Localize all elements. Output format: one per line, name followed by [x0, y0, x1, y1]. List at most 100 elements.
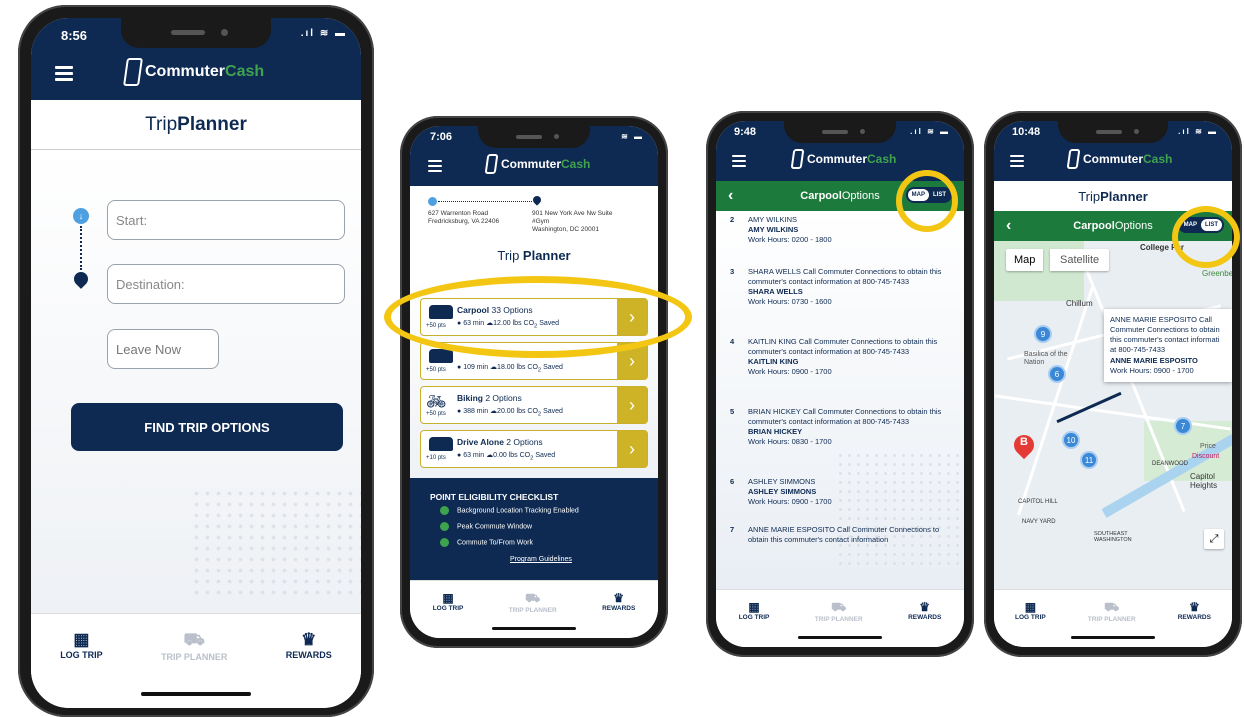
phone-2-screen: 7:06 ≋ ▬ Commuter Cash 627 Warrenton Road… [410, 126, 658, 638]
tab-trip-planner[interactable]: ⛟ TRIP PLANNER [1088, 600, 1136, 623]
results-list: 2 AMY WILKINS AMY WILKINS Work Hours: 0200… [716, 211, 964, 589]
cluster-marker[interactable]: 7 [1174, 417, 1192, 435]
origin-dot-icon [428, 197, 437, 206]
item-hours: Work Hours: 0830 - 1700 [748, 437, 832, 447]
cluster-marker[interactable]: 9 [1034, 325, 1052, 343]
cluster-marker[interactable]: 6 [1048, 365, 1066, 383]
find-trip-options-button[interactable]: FIND TRIP OPTIONS [71, 403, 343, 451]
leave-now-select[interactable]: Leave Now [107, 329, 219, 369]
map-label: CAPITOL HILL [1018, 499, 1058, 505]
tab-rewards[interactable]: ♛ REWARDS [1178, 600, 1211, 621]
option-stats: ● 109 min ☁18.00 lbs CO2 Saved [457, 364, 563, 374]
destination-marker-label: B [1020, 436, 1028, 448]
carpool-highlight-ring [384, 276, 692, 358]
tab-trip-planner[interactable]: ⛟ TRIP PLANNER [509, 591, 557, 614]
phone-2: 7:06 ≋ ▬ Commuter Cash 627 Warrenton Road… [400, 116, 668, 648]
title-trip: Trip [497, 248, 523, 263]
notch [121, 18, 271, 48]
route-line [438, 201, 532, 202]
home-indicator [1071, 636, 1155, 639]
status-time: 9:48 [734, 126, 757, 138]
option-saved: 0.00 lbs CO [493, 452, 531, 459]
app-logo: Commuter Cash [123, 58, 264, 86]
car-icon: ⛟ [1104, 600, 1120, 614]
tab-rewards[interactable]: ♛ REWARDS [908, 600, 941, 621]
tab-log-trip[interactable]: ▦ LOG TRIP [1015, 600, 1046, 621]
tab-rewards[interactable]: ♛ REWARDS [602, 591, 635, 612]
tab-trip-planner[interactable]: ⛟ TRIP PLANNER [815, 600, 863, 623]
option-time: 109 min [463, 364, 489, 371]
leave-now-label: Leave Now [116, 342, 182, 357]
logo-commuter: Commuter [145, 63, 226, 80]
tab-rewards[interactable]: ♛ REWARDS [286, 630, 332, 660]
item-line: ANNE MARIE ESPOSITO Call Commuter Connec… [748, 525, 940, 545]
home-indicator [492, 627, 576, 630]
start-input[interactable]: Start: [107, 200, 345, 240]
item-line: SHARA WELLS Call Commuter Connections to… [748, 267, 942, 287]
option-title: Biking 2 Options [457, 393, 522, 403]
fullscreen-icon[interactable]: ⤢ [1204, 529, 1224, 549]
menu-icon[interactable] [428, 160, 442, 172]
logo-cash: Cash [561, 157, 591, 171]
menu-icon[interactable] [55, 66, 73, 81]
phone-1-screen: 8:56 .ıl ≋ ▬ Commuter Cash Trip Planner ↓… [31, 18, 361, 708]
item-number: 6 [730, 477, 735, 486]
header-mode: Carpool [1073, 220, 1115, 232]
tab-log-trip[interactable]: ▦ LOG TRIP [433, 591, 464, 612]
item-hours: Work Hours: 0730 - 1600 [748, 297, 832, 307]
item-number: 4 [730, 337, 735, 346]
item-line: BRIAN HICKEY Call Commuter Connections t… [748, 407, 942, 427]
destination-placeholder: Destination: [116, 277, 185, 292]
app-logo: Commuter Cash [790, 149, 897, 169]
notch [478, 126, 590, 148]
background-pattern [191, 488, 361, 598]
option-time: 388 min [463, 408, 489, 415]
cluster-marker[interactable]: 11 [1080, 451, 1098, 469]
tab-rewards-label: REWARDS [908, 614, 942, 621]
back-chevron-icon[interactable]: ‹ [728, 187, 733, 205]
cluster-marker[interactable]: 10 [1062, 431, 1080, 449]
tab-log-trip[interactable]: ▦ LOG TRIP [60, 630, 103, 660]
menu-icon[interactable] [732, 155, 746, 167]
option-mode: Drive Alone [457, 437, 504, 447]
info-window[interactable]: ANNE MARIE ESPOSITO Call Commuter Connec… [1104, 309, 1232, 382]
list-item[interactable]: 6 ASHLEY SIMMONS ASHLEY SIMMONS Work Hours… [730, 477, 954, 507]
list-item[interactable]: 4 KAITLIN KING Call Commuter Connections… [730, 337, 954, 378]
list-item[interactable]: 3 SHARA WELLS Call Commuter Connections … [730, 267, 954, 308]
car-icon [429, 437, 453, 451]
title-trip: Trip [1078, 188, 1101, 204]
chevron-right-icon: › [617, 431, 647, 467]
option-biking[interactable]: 🚲︎ +50 pts Biking 2 Options ● 388 min ☁2… [420, 386, 648, 424]
option-stats: ● 63 min ☁0.00 lbs CO2 Saved [457, 452, 556, 462]
origin-address: 627 Warrenton Road Fredricksburg, VA 224… [428, 210, 499, 226]
logo-cash: Cash [867, 152, 897, 166]
status-time: 7:06 [430, 131, 453, 143]
tab-trip-planner[interactable]: ⛟ TRIP PLANNER [161, 630, 227, 662]
item-hours: Work Hours: 0200 - 1800 [748, 235, 832, 245]
home-indicator [798, 636, 882, 639]
map-type-map-label: Map [1014, 254, 1036, 266]
list-item[interactable]: 7 ANNE MARIE ESPOSITO Call Commuter Conn… [730, 525, 954, 545]
map-view[interactable]: Map Satellite College Par Chillum Basili… [994, 241, 1232, 589]
map-type-map[interactable]: Map [1006, 249, 1044, 271]
calendar-icon: ▦ [748, 600, 760, 614]
background-pattern [836, 451, 964, 571]
back-chevron-icon[interactable]: ‹ [1006, 217, 1011, 235]
start-marker-icon: ↓ [73, 208, 89, 224]
option-drive-alone[interactable]: +10 pts Drive Alone 2 Options ● 63 min ☁… [420, 430, 648, 468]
eligibility-checklist: POINT ELIGIBILITY CHECKLIST Background L… [410, 478, 658, 588]
list-item[interactable]: 5 BRIAN HICKEY Call Commuter Connections… [730, 407, 954, 448]
check-icon [440, 538, 449, 547]
destination-input[interactable]: Destination: [107, 264, 345, 304]
trophy-icon: ♛ [613, 591, 625, 605]
menu-icon[interactable] [1010, 155, 1024, 167]
tab-log-trip[interactable]: ▦ LOG TRIP [739, 600, 770, 621]
map-road [994, 394, 1232, 431]
option-count: 2 Options [503, 437, 543, 447]
map-type-satellite[interactable]: Satellite [1050, 249, 1110, 271]
checklist-item: Peak Commute Window [440, 522, 532, 531]
car-icon: ⛟ [183, 630, 205, 649]
tab-rewards-label: REWARDS [602, 605, 636, 612]
program-guidelines-link[interactable]: Program Guidelines [510, 556, 572, 563]
route-summary: 627 Warrenton Road Fredricksburg, VA 224… [410, 186, 658, 278]
